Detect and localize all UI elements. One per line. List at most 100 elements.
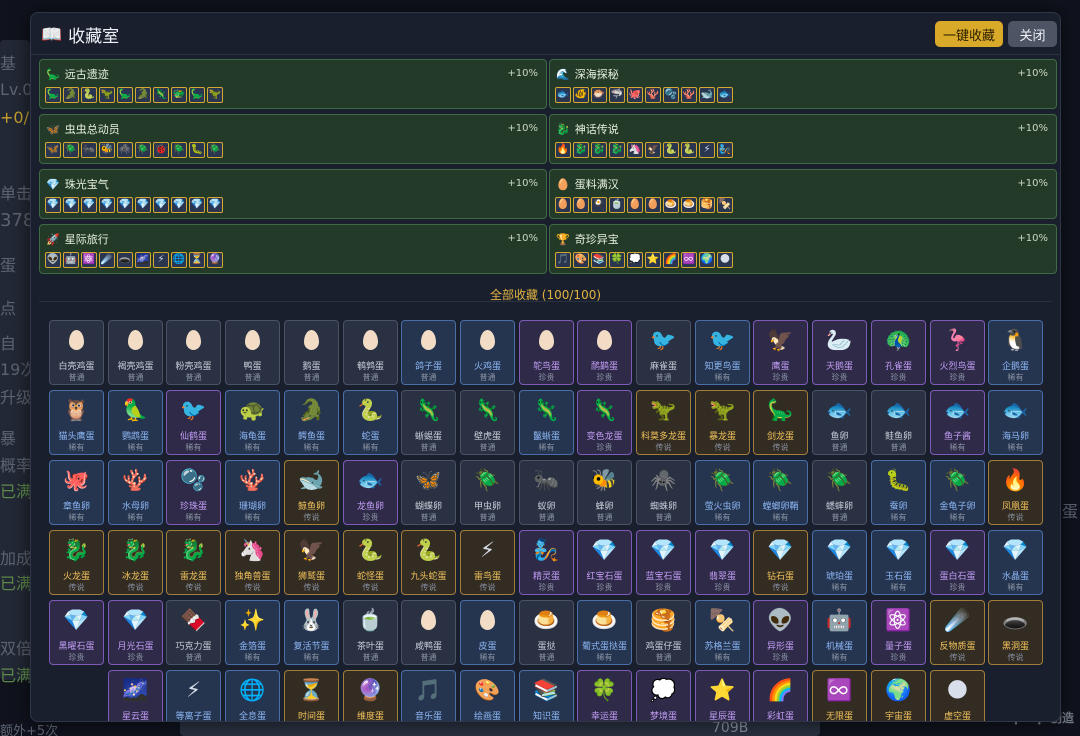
collection-item[interactable]: 🐋 鲸鱼卵 传说 (284, 460, 339, 525)
collection-item[interactable]: 皮蛋 稀有 (460, 600, 515, 665)
collection-item[interactable]: 🦅 鹰蛋 珍贵 (753, 320, 808, 385)
close-button[interactable]: 关闭 (1008, 21, 1057, 47)
collection-item[interactable]: 🐉 雷龙蛋 传说 (166, 530, 221, 595)
collection-item[interactable]: 🦚 孔雀蛋 珍贵 (871, 320, 926, 385)
collection-item[interactable]: 鹅蛋 普通 (284, 320, 339, 385)
collection-item[interactable]: 鸵鸟蛋 珍贵 (519, 320, 574, 385)
collection-item[interactable]: 白壳鸡蛋 普通 (49, 320, 104, 385)
collection-item[interactable]: 🪸 水母卵 稀有 (108, 460, 163, 525)
collection-item[interactable]: 🦎 变色龙蛋 珍贵 (577, 390, 632, 455)
collection-item[interactable]: 🐊 鳄鱼蛋 稀有 (284, 390, 339, 455)
collect-all-button[interactable]: 一键收藏 (935, 21, 1003, 47)
collection-item[interactable]: 🐟 鱼子酱 稀有 (930, 390, 985, 455)
collection-item[interactable]: 🍀幸运蛋珍贵 (577, 670, 632, 721)
collection-item[interactable]: 🪲 萤火虫卵 稀有 (695, 460, 750, 525)
collection-item[interactable]: ⚛️ 量子蛋 珍贵 (871, 600, 926, 665)
collection-item[interactable]: 🌍宇宙蛋传说 (871, 670, 926, 721)
collection-item[interactable]: 🐛 蚕卵 稀有 (871, 460, 926, 525)
collection-item[interactable]: 🐙 章鱼卵 稀有 (49, 460, 104, 525)
collection-item[interactable]: 🪸 珊瑚卵 稀有 (225, 460, 280, 525)
collection-item[interactable]: 褐壳鸡蛋 普通 (108, 320, 163, 385)
collection-item[interactable]: 🌈彩虹蛋珍贵 (753, 670, 808, 721)
collection-item[interactable]: 💎 水晶蛋 稀有 (988, 530, 1043, 595)
collection-item[interactable]: 🌑虚空蛋传说 (930, 670, 985, 721)
collection-item[interactable]: 鹌鹑蛋 普通 (343, 320, 398, 385)
collection-item[interactable]: 🪲 甲虫卵 普通 (460, 460, 515, 525)
collection-item[interactable]: 粉壳鸡蛋 普通 (166, 320, 221, 385)
collection-item[interactable]: 🔮维度蛋传说 (343, 670, 398, 721)
collection-item[interactable]: 🐍 九头蛇蛋 传说 (401, 530, 456, 595)
collection-item[interactable]: 🦩 火烈鸟蛋 珍贵 (930, 320, 985, 385)
collection-item[interactable]: ⚡ 雷鸟蛋 传说 (460, 530, 515, 595)
collection-item[interactable]: 💎 月光石蛋 珍贵 (108, 600, 163, 665)
collection-item[interactable]: 🐢 海龟蛋 稀有 (225, 390, 280, 455)
collection-item[interactable]: 🐟 海马卵 稀有 (988, 390, 1043, 455)
collection-item[interactable]: 🦕 剑龙蛋 传说 (753, 390, 808, 455)
collection-item[interactable]: 🦎 壁虎蛋 普通 (460, 390, 515, 455)
collection-item[interactable]: 🍮 蛋挞 普通 (519, 600, 574, 665)
collection-item[interactable]: 🪲 螳螂卵鞘 稀有 (753, 460, 808, 525)
collection-item[interactable]: 鸸鹋蛋 珍贵 (577, 320, 632, 385)
collection-item[interactable]: 🦎 蜥蜴蛋 普通 (401, 390, 456, 455)
collection-item[interactable]: 🐟 龙鱼卵 珍贵 (343, 460, 398, 525)
collection-item[interactable]: 🤖 机械蛋 稀有 (812, 600, 867, 665)
collection-item[interactable]: 📚知识蛋稀有 (519, 670, 574, 721)
collection-item[interactable]: 🐦 知更鸟蛋 稀有 (695, 320, 750, 385)
collection-item[interactable]: 🌌星云蛋珍贵 (108, 670, 163, 721)
collection-item[interactable]: 🔥 凤凰蛋 传说 (988, 460, 1043, 525)
collection-item[interactable]: 🪲 金龟子卵 稀有 (930, 460, 985, 525)
collection-item[interactable]: ⚡等离子蛋稀有 (166, 670, 221, 721)
collection-item[interactable]: 🐍 蛇蛋 稀有 (343, 390, 398, 455)
collection-item[interactable]: 🐝 蜂卵 普通 (577, 460, 632, 525)
collection-item[interactable]: 鸭蛋 普通 (225, 320, 280, 385)
collection-item[interactable]: 🦎 鬣蜥蛋 稀有 (519, 390, 574, 455)
collection-item[interactable]: 👽 异形蛋 珍贵 (753, 600, 808, 665)
collection-item[interactable]: ♾️无限蛋传说 (812, 670, 867, 721)
collection-item[interactable]: 💎 钻石蛋 传说 (753, 530, 808, 595)
collection-item[interactable]: 🪲 蟋蟀卵 普通 (812, 460, 867, 525)
collection-item[interactable]: 🎨绘画蛋稀有 (460, 670, 515, 721)
collection-item[interactable]: 💎 蓝宝石蛋 珍贵 (636, 530, 691, 595)
collection-item[interactable]: 🐟 鱼卵 普通 (812, 390, 867, 455)
collection-item[interactable]: 🐟 鲑鱼卵 普通 (871, 390, 926, 455)
collection-item[interactable]: 🐦 麻雀蛋 普通 (636, 320, 691, 385)
collection-item[interactable]: ✨ 金箔蛋 稀有 (225, 600, 280, 665)
collection-item[interactable]: 🕳️ 黑洞蛋 传说 (988, 600, 1043, 665)
collection-item[interactable]: 🦄 独角兽蛋 传说 (225, 530, 280, 595)
collection-item[interactable]: 咸鸭蛋 普通 (401, 600, 456, 665)
collection-item[interactable]: 🦋 蝴蝶卵 普通 (401, 460, 456, 525)
collection-item[interactable]: 🐜 蚁卵 普通 (519, 460, 574, 525)
collection-item[interactable]: 🦖 暴龙蛋 传说 (695, 390, 750, 455)
collection-item[interactable]: ☄️ 反物质蛋 传说 (930, 600, 985, 665)
collection-item[interactable]: 🐉 火龙蛋 传说 (49, 530, 104, 595)
collection-item[interactable]: 💎 琥珀蛋 稀有 (812, 530, 867, 595)
collection-item[interactable]: ⏳时间蛋传说 (284, 670, 339, 721)
collection-item[interactable]: 🧞 精灵蛋 珍贵 (519, 530, 574, 595)
collection-item[interactable]: 🦖 科莫多龙蛋 传说 (636, 390, 691, 455)
collection-item[interactable]: 💎 红宝石蛋 珍贵 (577, 530, 632, 595)
collection-item[interactable]: 🦉 猫头鹰蛋 稀有 (49, 390, 104, 455)
collection-item[interactable]: 🫧 珍珠蛋 稀有 (166, 460, 221, 525)
collection-item[interactable]: 🦢 天鹅蛋 珍贵 (812, 320, 867, 385)
collection-item[interactable]: 🌐全息蛋稀有 (225, 670, 280, 721)
collection-item[interactable]: 🦅 狮鹫蛋 传说 (284, 530, 339, 595)
collection-item[interactable]: 🐉 冰龙蛋 传说 (108, 530, 163, 595)
collection-item[interactable]: 🐦 仙鹤蛋 稀有 (166, 390, 221, 455)
collection-item[interactable]: 🍮 葡式蛋挞蛋 稀有 (577, 600, 632, 665)
collection-item[interactable]: 鸽子蛋 普通 (401, 320, 456, 385)
collection-item[interactable]: 🎵音乐蛋稀有 (401, 670, 456, 721)
collection-item[interactable]: 🦜 鹦鹉蛋 稀有 (108, 390, 163, 455)
collection-item[interactable]: ⭐星辰蛋珍贵 (695, 670, 750, 721)
collection-item[interactable]: 🐧 企鹅蛋 稀有 (988, 320, 1043, 385)
collection-item[interactable]: 🍫 巧克力蛋 普通 (166, 600, 221, 665)
collection-item[interactable]: 🥞 鸡蛋仔蛋 普通 (636, 600, 691, 665)
collection-item[interactable]: 💎 玉石蛋 稀有 (871, 530, 926, 595)
collection-item[interactable]: 🍵 茶叶蛋 普通 (343, 600, 398, 665)
collection-item[interactable]: 火鸡蛋 普通 (460, 320, 515, 385)
collection-item[interactable]: 💭梦境蛋珍贵 (636, 670, 691, 721)
collection-item[interactable]: 💎 黑曜石蛋 珍贵 (49, 600, 104, 665)
collection-item[interactable]: 🐰 复活节蛋 稀有 (284, 600, 339, 665)
collection-item[interactable]: 🐍 蛇怪蛋 传说 (343, 530, 398, 595)
collection-item[interactable]: 💎 翡翠蛋 珍贵 (695, 530, 750, 595)
collection-item[interactable]: 💎 蛋白石蛋 珍贵 (930, 530, 985, 595)
